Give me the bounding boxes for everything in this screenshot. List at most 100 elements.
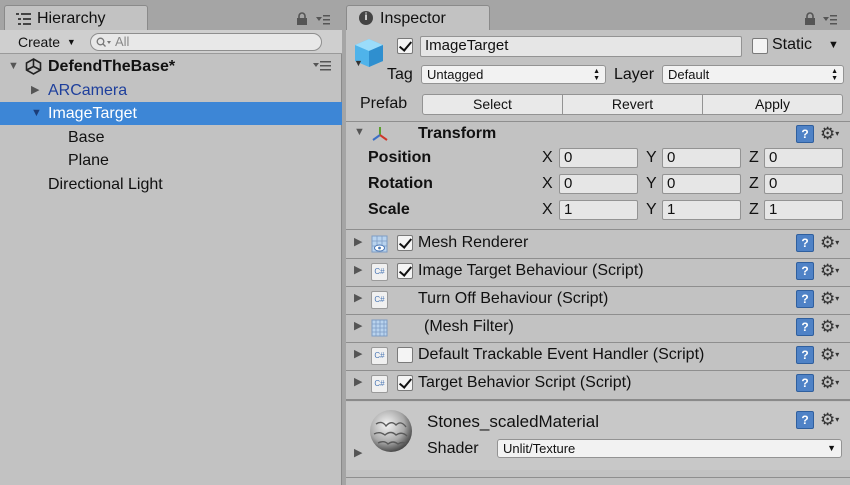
icon-dropdown-arrow[interactable]: ▼ <box>354 58 363 68</box>
hierarchy-item-label: Directional Light <box>48 176 163 193</box>
collapse-arrow-icon[interactable]: ▼ <box>354 126 365 138</box>
unity-scene-icon <box>25 58 42 75</box>
gear-icon[interactable]: ⚙▾ <box>820 234 839 252</box>
gear-icon[interactable]: ⚙▾ <box>820 411 839 429</box>
inspector-panel: ▼ ImageTarget Static ▼ Tag Untagged ▲ ▼ L… <box>346 30 850 485</box>
shader-value: Unlit/Texture <box>503 441 576 456</box>
create-dropdown[interactable]: Create ▼ <box>18 32 78 52</box>
rotation-y-field[interactable]: 0 <box>662 174 741 194</box>
prefab-label: Prefab <box>360 95 408 112</box>
search-placeholder: All <box>115 34 130 49</box>
position-x-field[interactable]: 0 <box>559 148 638 168</box>
search-input[interactable]: All <box>90 33 322 51</box>
help-book-icon[interactable]: ? <box>796 411 814 429</box>
component-enabled-checkbox[interactable] <box>397 375 413 391</box>
panel-menu-icon[interactable] <box>823 14 837 26</box>
expand-arrow-icon[interactable]: ▶ <box>354 319 362 332</box>
scale-x-field[interactable]: 1 <box>559 200 638 220</box>
help-book-icon[interactable]: ? <box>796 234 814 252</box>
help-book-icon[interactable]: ? <box>796 262 814 280</box>
hierarchy-item-plane[interactable]: Plane <box>0 149 342 172</box>
scene-menu-icon[interactable] <box>313 61 331 71</box>
tag-dropdown[interactable]: Untagged ▲ ▼ <box>421 65 606 84</box>
gear-icon[interactable]: ⚙▾ <box>820 346 839 364</box>
help-book-icon[interactable]: ? <box>796 346 814 364</box>
hierarchy-item-label: ARCamera <box>48 82 128 99</box>
scene-row[interactable]: ▼ DefendTheBase* <box>0 55 342 78</box>
hierarchy-item-directional-light[interactable]: Directional Light <box>0 173 342 196</box>
static-dropdown-icon[interactable]: ▼ <box>828 39 839 51</box>
tab-hierarchy-label: Hierarchy <box>37 10 106 27</box>
expand-arrow-icon[interactable]: ▶ <box>354 375 362 388</box>
expand-arrow-icon[interactable]: ▼ <box>31 102 42 125</box>
gear-icon[interactable]: ⚙▾ <box>820 125 839 143</box>
prefab-select-button[interactable]: Select <box>422 94 563 115</box>
hierarchy-item-base[interactable]: Base <box>0 126 342 149</box>
axis-z-label: Z <box>749 175 759 192</box>
component-enabled-checkbox[interactable] <box>397 347 413 363</box>
position-y-field[interactable]: 0 <box>662 148 741 168</box>
help-book-icon[interactable]: ? <box>796 290 814 308</box>
divider <box>346 477 850 478</box>
rotation-x-field[interactable]: 0 <box>559 174 638 194</box>
component-image-target-behaviour[interactable]: ▶ C# Image Target Behaviour (Script) ? ⚙… <box>346 258 850 286</box>
panel-menu-icon[interactable] <box>316 14 330 26</box>
transform-header[interactable]: ▼ Transform ? ⚙▾ <box>346 121 850 149</box>
expand-arrow-icon[interactable]: ▶ <box>354 347 362 360</box>
axis-z-label: Z <box>749 149 759 166</box>
shader-dropdown[interactable]: Unlit/Texture ▼ <box>497 439 842 458</box>
layer-label: Layer <box>614 66 655 83</box>
expand-arrow-icon[interactable]: ▶ <box>354 263 362 276</box>
gear-icon[interactable]: ⚙▾ <box>820 374 839 392</box>
hierarchy-toolbar: Create ▼ All <box>0 30 342 54</box>
scale-z-field[interactable]: 1 <box>764 200 843 220</box>
expand-arrow-icon[interactable]: ▶ <box>354 446 362 459</box>
expand-arrow-icon[interactable]: ▶ <box>354 235 362 248</box>
hierarchy-item-arcamera[interactable]: ▶ ARCamera <box>0 79 342 102</box>
tab-inspector[interactable]: i Inspector <box>346 5 490 31</box>
help-book-icon[interactable]: ? <box>796 318 814 336</box>
component-default-trackable-event-handler[interactable]: ▶ C# Default Trackable Event Handler (Sc… <box>346 342 850 370</box>
gear-icon[interactable]: ⚙▾ <box>820 262 839 280</box>
component-target-behavior-script[interactable]: ▶ C# Target Behavior Script (Script) ? ⚙… <box>346 370 850 398</box>
divider <box>346 399 850 401</box>
component-name: Turn Off Behaviour (Script) <box>418 290 609 307</box>
rotation-label: Rotation <box>368 175 433 192</box>
expand-arrow-icon[interactable]: ▶ <box>354 291 362 304</box>
lock-icon[interactable] <box>804 12 816 25</box>
help-book-icon[interactable]: ? <box>796 125 814 143</box>
position-z-field[interactable]: 0 <box>764 148 843 168</box>
search-icon <box>96 37 111 47</box>
material-stone-sphere-icon <box>370 410 412 452</box>
hierarchy-item-label: ImageTarget <box>48 105 137 122</box>
component-enabled-checkbox[interactable] <box>397 235 413 251</box>
gear-icon[interactable]: ⚙▾ <box>820 290 839 308</box>
expand-arrow-icon[interactable]: ▼ <box>8 55 19 78</box>
static-label: Static <box>772 36 813 53</box>
hierarchy-item-label: Base <box>68 129 105 146</box>
prefab-revert-button[interactable]: Revert <box>562 94 703 115</box>
object-name-field[interactable]: ImageTarget <box>420 36 742 57</box>
help-book-icon[interactable]: ? <box>796 374 814 392</box>
info-icon: i <box>359 11 373 25</box>
axis-z-label: Z <box>749 201 759 218</box>
component-mesh-renderer[interactable]: ▶ Mesh Renderer ? ⚙▾ <box>346 230 850 258</box>
expand-arrow-icon[interactable]: ▶ <box>31 79 39 102</box>
tab-hierarchy[interactable]: Hierarchy <box>4 5 148 31</box>
transform-axis-icon <box>372 127 388 141</box>
rotation-z-field[interactable]: 0 <box>764 174 843 194</box>
scale-y-field[interactable]: 1 <box>662 200 741 220</box>
hierarchy-item-imagetarget[interactable]: ▼ ImageTarget <box>0 102 342 125</box>
prefab-apply-button[interactable]: Apply <box>702 94 843 115</box>
axis-x-label: X <box>542 149 553 166</box>
create-label: Create <box>18 34 61 50</box>
component-turn-off-behaviour[interactable]: ▶ C# Turn Off Behaviour (Script) ? ⚙▾ <box>346 286 850 314</box>
layer-dropdown[interactable]: Default ▲ ▼ <box>662 65 844 84</box>
static-checkbox[interactable] <box>752 38 768 54</box>
component-name: Image Target Behaviour (Script) <box>418 262 644 279</box>
lock-icon[interactable] <box>296 12 308 25</box>
component-mesh-filter[interactable]: ▶ (Mesh Filter) ? ⚙▾ <box>346 314 850 342</box>
active-checkbox[interactable] <box>397 38 413 54</box>
gear-icon[interactable]: ⚙▾ <box>820 318 839 336</box>
component-enabled-checkbox[interactable] <box>397 263 413 279</box>
